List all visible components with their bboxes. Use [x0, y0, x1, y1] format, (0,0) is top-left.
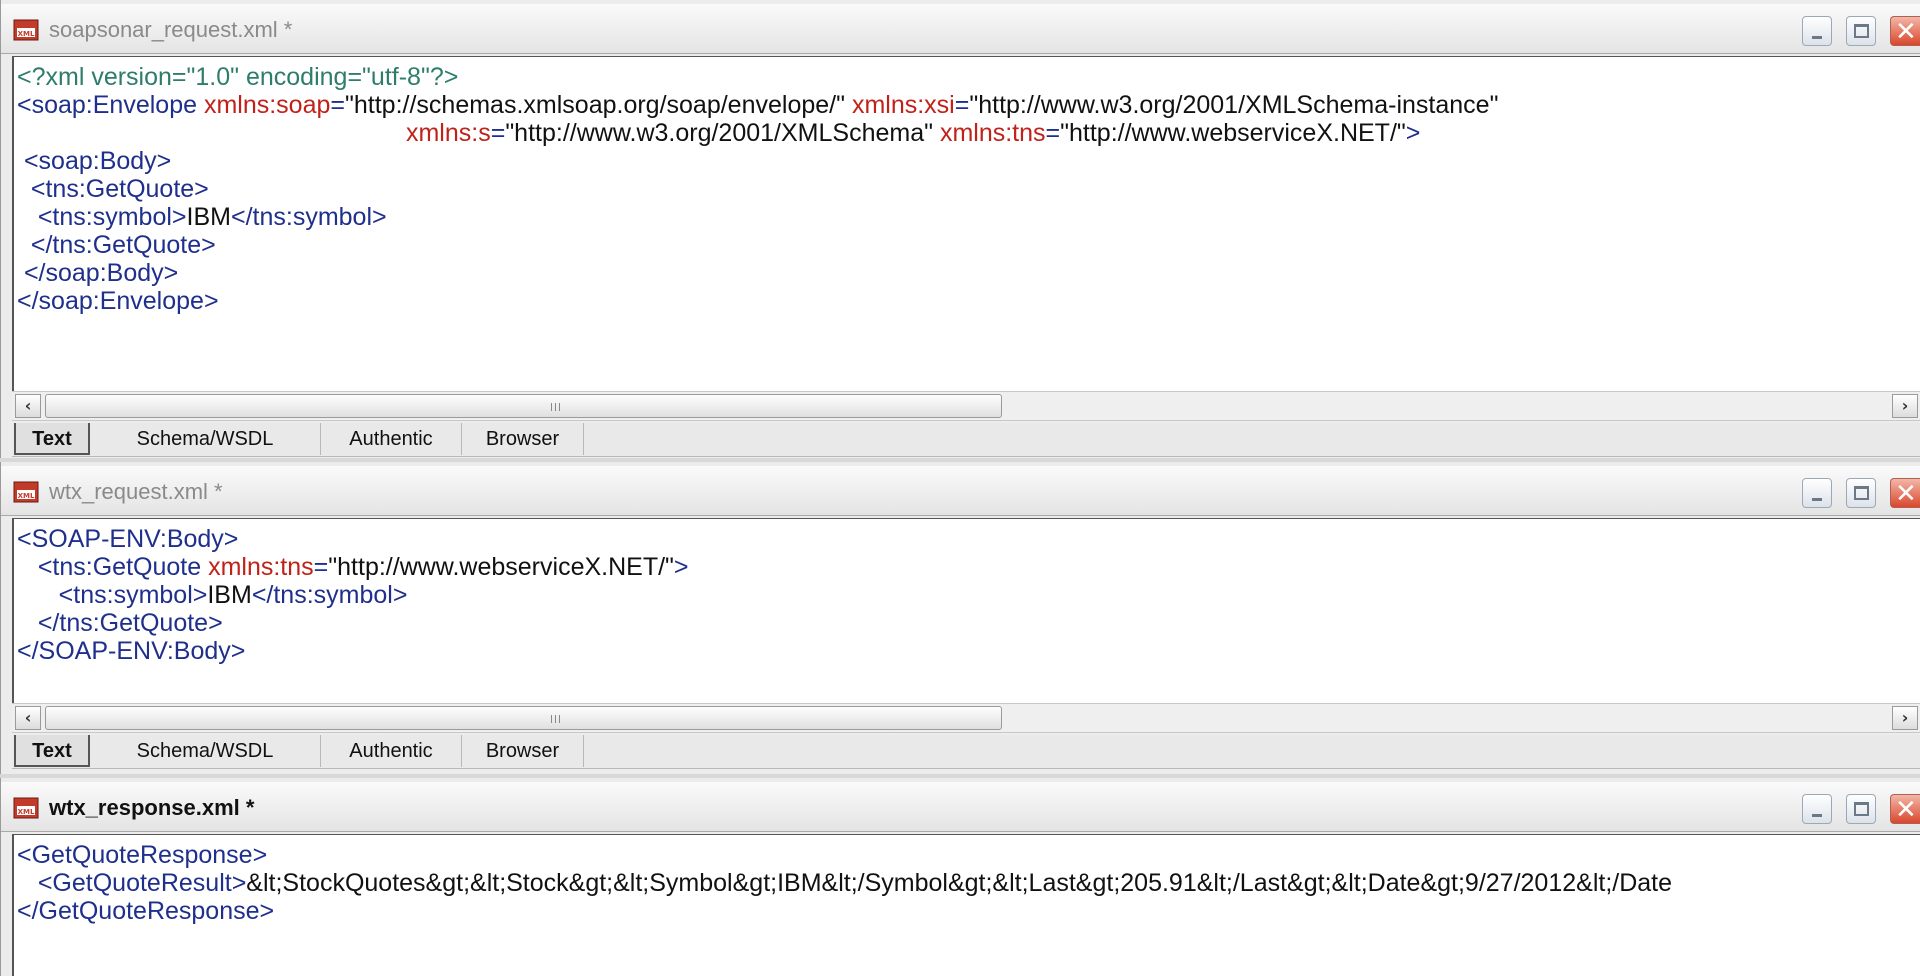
- code-token-tag: <GetQuoteResult>: [17, 869, 247, 897]
- view-tabs: Text Schema/WSDL Authentic Browser: [12, 423, 1920, 457]
- code-token-tag: </tns:symbol>: [251, 581, 408, 609]
- code-token-tag: </soap:Body>: [17, 259, 179, 287]
- code-token-text: "http://www.w3.org/2001/XMLSchema": [505, 119, 940, 147]
- code-token-text: IBM: [207, 581, 252, 609]
- code-line: xmlns:s="http://www.w3.org/2001/XMLSchem…: [17, 117, 1420, 149]
- arrow-left-icon[interactable]: ‹: [15, 706, 41, 730]
- close-icon: ✕: [1895, 795, 1917, 825]
- minimize-icon: [1812, 814, 1822, 817]
- code-token-tag: <tns:symbol>: [17, 581, 208, 609]
- window-titlebar[interactable]: XML wtx_request.xml * ✕: [1, 466, 1920, 516]
- xml-editor-window-soapsonar-request: XML soapsonar_request.xml * ✕ <?xml vers…: [0, 0, 1920, 458]
- maximize-button[interactable]: [1846, 16, 1876, 46]
- window-titlebar[interactable]: XML soapsonar_request.xml * ✕: [1, 4, 1920, 54]
- tab-schema-wsdl[interactable]: Schema/WSDL: [90, 735, 321, 767]
- tab-browser[interactable]: Browser: [462, 735, 584, 767]
- code-token-text: IBM: [186, 203, 231, 231]
- code-token-tag: </tns:GetQuote>: [17, 231, 216, 259]
- minimize-icon: [1812, 36, 1822, 39]
- code-token-tag: <tns:GetQuote>: [17, 175, 209, 203]
- code-token-text: "http://www.webserviceX.NET/": [1060, 119, 1406, 147]
- minimize-button[interactable]: [1802, 16, 1832, 46]
- svg-text:XML: XML: [18, 30, 35, 38]
- code-token-decl: <?xml version="1.0" encoding="utf-8"?>: [17, 63, 459, 91]
- tab-text[interactable]: Text: [14, 735, 90, 767]
- xml-file-icon: XML: [13, 481, 39, 503]
- svg-text:XML: XML: [18, 808, 35, 816]
- code-token-text: "http://schemas.xmlsoap.org/soap/envelop…: [345, 91, 852, 119]
- close-button[interactable]: ✕: [1890, 478, 1920, 509]
- code-editor[interactable]: <GetQuoteResponse> <GetQuoteResult>&lt;S…: [12, 834, 1920, 976]
- code-token-tag: <GetQuoteResponse>: [17, 841, 268, 869]
- scrollbar-thumb[interactable]: [45, 706, 1002, 730]
- minimize-icon: [1812, 498, 1822, 501]
- svg-text:XML: XML: [18, 492, 35, 500]
- window-title: soapsonar_request.xml *: [49, 17, 293, 42]
- code-token-tag: </soap:Envelope>: [17, 287, 219, 315]
- code-token-tag: =: [954, 91, 970, 119]
- xml-editor-window-wtx-response: XML wtx_response.xml * ✕ <GetQuoteRespon…: [0, 778, 1920, 976]
- arrow-left-icon[interactable]: ‹: [15, 394, 41, 418]
- xml-editor-window-wtx-request: XML wtx_request.xml * ✕ <SOAP-ENV:Body> …: [0, 462, 1920, 774]
- code-editor[interactable]: <SOAP-ENV:Body> <tns:GetQuote xmlns:tns=…: [12, 518, 1920, 703]
- view-tabs: Text Schema/WSDL Authentic Browser: [12, 735, 1920, 769]
- close-icon: ✕: [1895, 479, 1917, 509]
- minimize-button[interactable]: [1802, 794, 1832, 824]
- arrow-right-icon[interactable]: ›: [1892, 394, 1918, 418]
- code-editor[interactable]: <?xml version="1.0" encoding="utf-8"?> <s…: [12, 56, 1920, 391]
- code-token-tag: =: [313, 553, 329, 581]
- code-token-tag: </tns:symbol>: [230, 203, 387, 231]
- code-token-tag: >: [673, 553, 689, 581]
- minimize-button[interactable]: [1802, 478, 1832, 508]
- horizontal-scrollbar[interactable]: ‹ ›: [12, 391, 1920, 421]
- code-token-text: "http://www.webserviceX.NET/": [328, 553, 674, 581]
- code-token-attr: xmlns:s: [405, 119, 491, 147]
- close-button[interactable]: ✕: [1890, 794, 1920, 825]
- code-line: </GetQuoteResponse>: [17, 895, 274, 927]
- window-title: wtx_request.xml *: [49, 479, 223, 504]
- code-token-attr: xmlns:tns: [939, 119, 1046, 147]
- arrow-right-icon[interactable]: ›: [1892, 706, 1918, 730]
- code-line: </soap:Envelope>: [17, 285, 219, 317]
- maximize-button[interactable]: [1846, 478, 1876, 508]
- close-icon: ✕: [1895, 17, 1917, 47]
- maximize-icon: [1854, 24, 1869, 38]
- xml-file-icon: XML: [13, 19, 39, 41]
- code-token-attr: xmlns:xsi: [851, 91, 955, 119]
- code-token-tag: <soap:Body>: [17, 147, 172, 175]
- maximize-icon: [1854, 486, 1869, 500]
- xml-file-icon: XML: [13, 797, 39, 819]
- code-line: </SOAP-ENV:Body>: [17, 635, 245, 667]
- scrollbar-thumb[interactable]: [45, 394, 1002, 418]
- code-token-tag: </tns:GetQuote>: [17, 609, 223, 637]
- tab-browser[interactable]: Browser: [462, 423, 584, 455]
- code-token-tag: <SOAP-ENV:Body>: [17, 525, 239, 553]
- code-token-attr: xmlns:soap: [203, 91, 331, 119]
- code-token-tag: >: [1405, 119, 1421, 147]
- code-token-tag: <soap:Envelope: [17, 91, 204, 119]
- maximize-icon: [1854, 802, 1869, 816]
- code-token-tag: </SOAP-ENV:Body>: [17, 637, 246, 665]
- tab-schema-wsdl[interactable]: Schema/WSDL: [90, 423, 321, 455]
- close-button[interactable]: ✕: [1890, 16, 1920, 47]
- grip-icon: [551, 403, 563, 411]
- window-titlebar[interactable]: XML wtx_response.xml * ✕: [1, 782, 1920, 832]
- code-token-tag: </GetQuoteResponse>: [17, 897, 275, 925]
- code-token-tag: =: [490, 119, 506, 147]
- code-token-text: &lt;StockQuotes&gt;&lt;Stock&gt;&lt;Symb…: [246, 869, 1673, 897]
- tab-text[interactable]: Text: [14, 423, 90, 455]
- code-token-tag: <tns:symbol>: [17, 203, 187, 231]
- tab-authentic[interactable]: Authentic: [321, 423, 462, 455]
- maximize-button[interactable]: [1846, 794, 1876, 824]
- code-token-tag: =: [1045, 119, 1061, 147]
- grip-icon: [551, 715, 563, 723]
- code-token-text: "http://www.w3.org/2001/XMLSchema-instan…: [969, 91, 1499, 119]
- tab-authentic[interactable]: Authentic: [321, 735, 462, 767]
- code-token-attr: xmlns:tns: [208, 553, 314, 581]
- window-title: wtx_response.xml *: [49, 795, 255, 820]
- horizontal-scrollbar[interactable]: ‹ ›: [12, 703, 1920, 733]
- code-token-tag: =: [330, 91, 346, 119]
- code-token-tag: <tns:GetQuote: [17, 553, 209, 581]
